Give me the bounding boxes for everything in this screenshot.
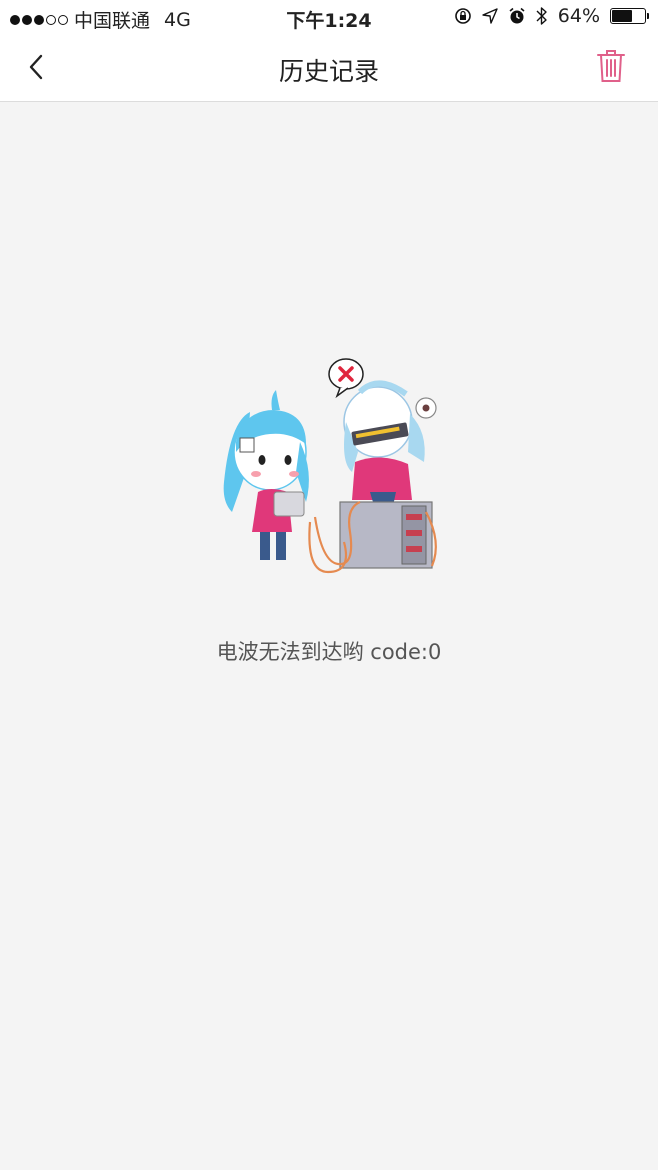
network-error-illustration: [223, 358, 437, 574]
status-bar: 中国联通 4G 下午1:24 64%: [0, 0, 658, 34]
bluetooth-icon: [536, 7, 547, 25]
page-title: 历史记录: [278, 57, 379, 86]
alarm-icon: [509, 7, 525, 24]
battery-level-fill: [612, 10, 632, 22]
error-bubble-icon: [328, 358, 364, 399]
navigation-bar: 历史记录: [0, 34, 658, 102]
server-box: [339, 501, 433, 569]
right-girl: [343, 380, 437, 520]
orientation-lock-icon: [454, 8, 471, 24]
empty-state-message: 电波无法到达哟 code:0: [216, 640, 442, 664]
trash-icon[interactable]: [596, 48, 626, 84]
location-icon: [482, 8, 498, 24]
status-right: 64%: [454, 5, 649, 27]
left-girl: [223, 390, 309, 560]
battery-icon: [610, 8, 649, 24]
empty-state: 电波无法到达哟 code:0: [0, 102, 658, 1170]
battery-percent: 64%: [557, 5, 600, 27]
